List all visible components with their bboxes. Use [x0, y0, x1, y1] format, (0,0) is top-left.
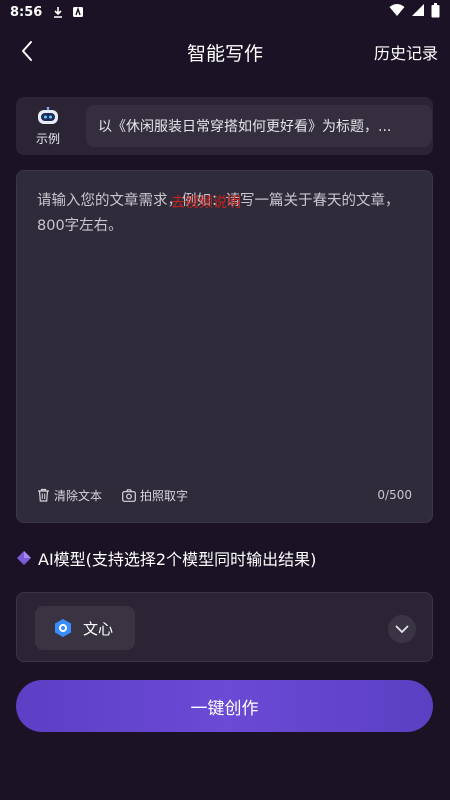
model-chip-label: 文心: [83, 619, 114, 638]
example-prompt-text: 以《休闲服装日常穿搭如何更好看》为标题，...: [98, 119, 392, 135]
clear-text-button[interactable]: 清除文本: [37, 487, 102, 504]
photo-text-button[interactable]: 拍照取字: [122, 487, 188, 504]
example-prompt[interactable]: 以《休闲服装日常穿搭如何更好看》为标题，...: [86, 105, 432, 147]
model-selector[interactable]: 文心: [16, 592, 433, 662]
signal-icon: [411, 3, 425, 21]
wenxin-logo-icon: [55, 619, 71, 637]
model-chip-wenxin[interactable]: 文心: [35, 606, 135, 650]
wifi-icon: [389, 3, 405, 21]
status-bar: 8:56: [0, 0, 450, 24]
clear-text-label: 清除文本: [54, 488, 103, 503]
diamond-icon: [17, 551, 31, 565]
camera-icon: [122, 488, 136, 502]
chevron-down-icon: [395, 625, 409, 633]
example-card: 示例 以《休闲服装日常穿搭如何更好看》为标题，...: [16, 97, 433, 155]
example-label: 示例: [35, 132, 60, 146]
example-badge[interactable]: 示例: [30, 106, 66, 147]
app-notification-icon: [72, 6, 84, 18]
model-dropdown-button[interactable]: [388, 615, 416, 643]
create-button[interactable]: 一键创作: [16, 680, 433, 732]
trash-icon: [38, 488, 49, 502]
photo-text-label: 拍照取字: [140, 488, 189, 503]
article-input-area[interactable]: 请输入您的文章需求，例如：请写一篇关于春天的文章，800字左右。 清除文本 拍照…: [16, 170, 433, 523]
download-icon: [52, 6, 64, 18]
char-counter: 0/500: [377, 488, 412, 502]
ai-model-heading-text: AI模型(支持选择2个模型同时输出结果): [38, 550, 317, 569]
history-button[interactable]: 历史记录: [374, 40, 438, 64]
ai-model-heading: AI模型(支持选择2个模型同时输出结果): [16, 546, 316, 570]
battery-icon: [431, 2, 440, 22]
watermark-text: 去视频说明: [171, 195, 241, 211]
input-footer: 清除文本 拍照取字 0/500: [37, 483, 412, 507]
robot-icon: [38, 106, 58, 124]
app-header: 智能写作 历史记录: [0, 30, 450, 72]
status-time: 8:56: [10, 4, 43, 20]
